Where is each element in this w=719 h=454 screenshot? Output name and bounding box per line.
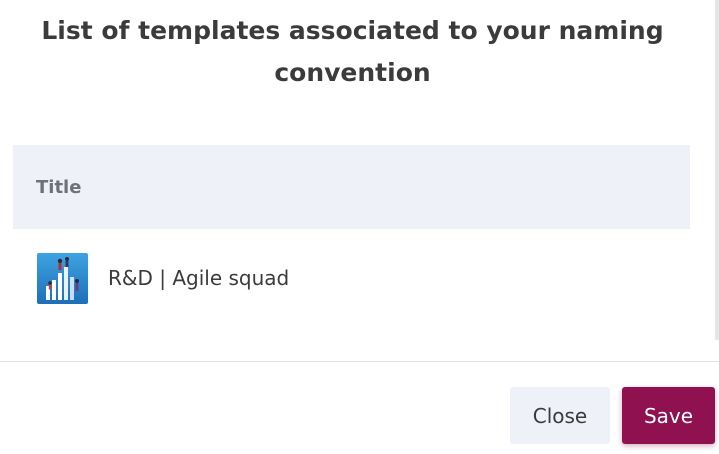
save-button[interactable]: Save (622, 387, 715, 444)
template-name[interactable]: R&D | Agile squad (108, 266, 289, 290)
templates-table: Title R&D | Agile squad (13, 145, 690, 327)
footer-divider (0, 361, 719, 362)
close-button[interactable]: Close (510, 387, 610, 444)
dialog-title: List of templates associated to your nam… (41, 16, 664, 87)
scrollbar-edge (715, 0, 719, 340)
table-row[interactable]: R&D | Agile squad (13, 229, 690, 327)
dialog: List of templates associated to your nam… (0, 0, 719, 454)
column-header-title[interactable]: Title (36, 177, 81, 198)
template-thumbnail-icon (37, 252, 88, 304)
table-header: Title (13, 145, 690, 229)
